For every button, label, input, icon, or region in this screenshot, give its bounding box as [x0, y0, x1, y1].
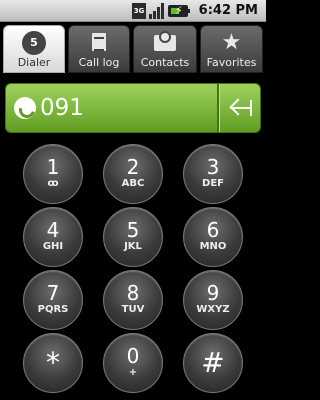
status-icons: 3G ⚡ — [132, 2, 190, 20]
key-digit: * — [46, 346, 60, 379]
call-log-icon — [86, 31, 112, 55]
clock: 6:42 PM — [198, 3, 258, 18]
tab-contacts-label: Contacts — [140, 56, 190, 69]
key-letters: WXYZ — [196, 304, 230, 315]
backspace-button[interactable] — [222, 90, 258, 126]
key-digit: 1 — [46, 155, 60, 179]
keypad: 1 ꝏ 2 ABC 3 DEF 4 GHI 5 JKL 6 MNO 7 PQRS… — [0, 138, 266, 400]
key-digit: 8 — [126, 281, 140, 305]
key-0[interactable]: 0 + — [103, 333, 163, 393]
phone-icon — [14, 97, 36, 119]
dial-number-field[interactable]: 091 — [5, 83, 261, 133]
key-7[interactable]: 7 PQRS — [23, 270, 83, 330]
key-digit: 6 — [206, 218, 220, 242]
tab-favorites-label: Favorites — [206, 56, 257, 69]
key-star[interactable]: * — [23, 333, 83, 393]
key-letters: + — [128, 367, 138, 378]
key-digit: 7 — [46, 281, 60, 305]
key-letters: GHI — [42, 241, 64, 252]
key-letters: PQRS — [37, 304, 69, 315]
key-6[interactable]: 6 MNO — [183, 207, 243, 267]
battery-charging-icon: ⚡ — [168, 5, 190, 17]
key-digit: 2 — [126, 155, 140, 179]
key-digit: 3 — [206, 155, 220, 179]
key-5[interactable]: 5 JKL — [103, 207, 163, 267]
key-digit: 9 — [206, 281, 220, 305]
backspace-icon — [250, 100, 252, 116]
dialed-number[interactable]: 091 — [40, 92, 84, 124]
tab-bar: 5 Dialer Call log Contacts ★ Favorites — [0, 22, 266, 74]
key-digit: 4 — [46, 218, 60, 242]
tab-dialer[interactable]: 5 Dialer — [3, 25, 65, 73]
key-digit: # — [201, 346, 225, 379]
tab-call-log[interactable]: Call log — [68, 25, 130, 73]
key-digit: 5 — [126, 218, 140, 242]
dialer-icon: 5 — [22, 31, 46, 55]
tab-call-log-label: Call log — [78, 56, 120, 69]
key-4[interactable]: 4 GHI — [23, 207, 83, 267]
key-2[interactable]: 2 ABC — [103, 144, 163, 204]
key-1[interactable]: 1 ꝏ — [23, 144, 83, 204]
status-bar: 3G ⚡ 6:42 PM — [0, 0, 266, 22]
key-letters: MNO — [199, 241, 227, 252]
network-3g-icon: 3G — [132, 3, 146, 19]
star-icon: ★ — [221, 30, 242, 55]
tab-favorites[interactable]: ★ Favorites — [200, 25, 263, 73]
tab-contacts[interactable]: Contacts — [133, 25, 197, 73]
key-digit: 0 — [126, 344, 140, 368]
field-divider — [217, 84, 219, 132]
key-letters: TUV — [121, 304, 145, 315]
key-3[interactable]: 3 DEF — [183, 144, 243, 204]
key-hash[interactable]: # — [183, 333, 243, 393]
key-letters: JKL — [124, 241, 142, 252]
voicemail-icon: ꝏ — [47, 178, 59, 189]
key-letters: ABC — [121, 178, 145, 189]
key-9[interactable]: 9 WXYZ — [183, 270, 243, 330]
tab-dialer-label: Dialer — [17, 56, 51, 69]
contacts-icon — [152, 31, 178, 55]
signal-strength-icon — [149, 3, 165, 19]
key-8[interactable]: 8 TUV — [103, 270, 163, 330]
key-letters: DEF — [202, 178, 224, 189]
